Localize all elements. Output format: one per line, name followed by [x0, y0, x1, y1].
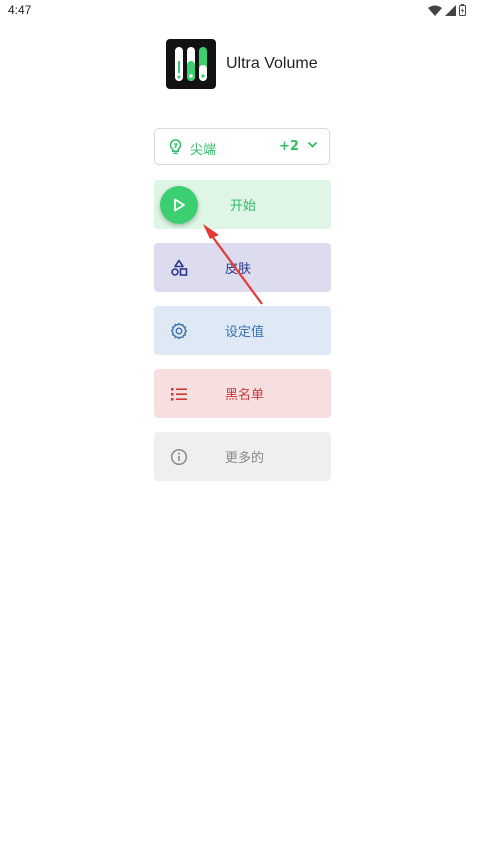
blacklist-button-label: 黑名单 [225, 388, 265, 403]
list-icon [171, 388, 187, 401]
more-button[interactable]: 更多的 [154, 432, 331, 481]
start-button-label: 开始 [230, 199, 257, 214]
mode-select-extra-count: +2 [279, 139, 299, 154]
play-icon[interactable] [160, 186, 198, 224]
info-icon [170, 448, 188, 466]
mode-select-dropdown[interactable]: 尖端 +2 [154, 128, 330, 165]
lightbulb-icon [169, 139, 182, 155]
settings-button-label: 设定值 [225, 325, 265, 340]
app-title: Ultra Volume [226, 55, 318, 72]
status-icons [428, 3, 466, 17]
gear-icon [170, 322, 188, 340]
settings-button[interactable]: 设定值 [154, 306, 331, 355]
signal-icon [445, 4, 456, 16]
status-bar: 4:47 [0, 0, 486, 22]
wifi-icon [428, 5, 442, 16]
shapes-icon [171, 259, 188, 276]
status-time: 4:47 [8, 3, 32, 17]
app-header: Ultra Volume [166, 39, 318, 89]
battery-icon [459, 4, 466, 16]
mode-select-label: 尖端 [190, 143, 217, 158]
blacklist-button[interactable]: 黑名单 [154, 369, 331, 418]
volume-sliders-logo [166, 39, 216, 89]
skin-button-label: 皮肤 [225, 262, 252, 277]
more-button-label: 更多的 [225, 451, 265, 466]
skin-button[interactable]: 皮肤 [154, 243, 331, 292]
chevron-down-icon [307, 141, 318, 148]
